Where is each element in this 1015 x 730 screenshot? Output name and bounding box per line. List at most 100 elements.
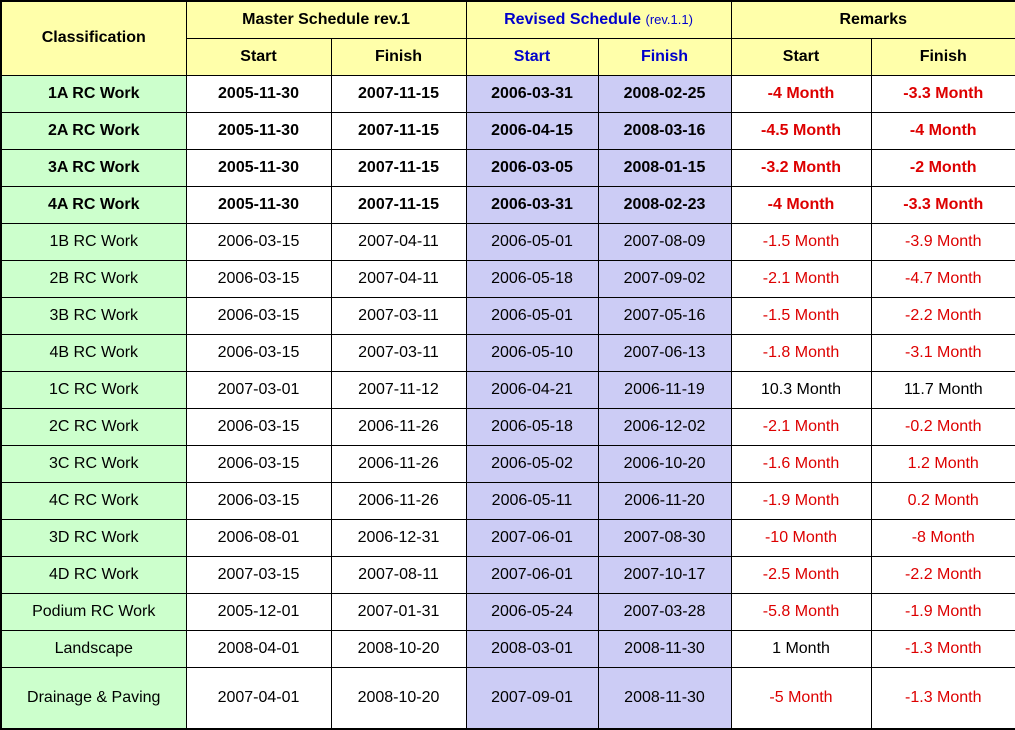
cell-remark-start: 10.3 Month <box>730 371 872 409</box>
table-row: 1B RC Work 2006-03-15 2007-04-11 2006-05-01… <box>0 223 1015 261</box>
cell-revised-finish: 2006-10-20 <box>597 445 732 483</box>
cell-remark-start: -4 Month <box>730 186 872 224</box>
cell-remark-finish: -3.9 Month <box>870 223 1015 261</box>
cell-revised-finish: 2008-02-23 <box>597 186 732 224</box>
table-row: 1C RC Work 2007-03-01 2007-11-12 2006-04-21… <box>0 371 1015 409</box>
cell-remark-finish: -0.2 Month <box>870 408 1015 446</box>
cell-revised-start: 2006-05-24 <box>465 593 599 631</box>
cell-remark-finish: -1.3 Month <box>870 630 1015 668</box>
cell-master-finish: 2007-11-15 <box>330 149 467 187</box>
cell-remark-finish: -1.3 Month <box>870 667 1015 730</box>
column-header-revised-finish: Finish <box>597 38 732 76</box>
cell-revised-finish: 2006-12-02 <box>597 408 732 446</box>
revised-schedule-title: Revised Schedule <box>504 10 642 28</box>
cell-master-finish: 2007-08-11 <box>330 556 467 594</box>
table-row: 2B RC Work 2006-03-15 2007-04-11 2006-05-18… <box>0 260 1015 298</box>
cell-remark-finish: 1.2 Month <box>870 445 1015 483</box>
cell-remark-finish: -1.9 Month <box>870 593 1015 631</box>
table-row: 4B RC Work 2006-03-15 2007-03-11 2006-05-10… <box>0 334 1015 372</box>
cell-master-start: 2007-04-01 <box>185 667 332 730</box>
cell-master-start: 2005-11-30 <box>185 186 332 224</box>
cell-classification: 4A RC Work <box>0 186 187 224</box>
cell-revised-finish: 2006-11-20 <box>597 482 732 520</box>
cell-remark-finish: -3.3 Month <box>870 75 1015 113</box>
column-header-revised-start: Start <box>465 38 599 76</box>
table-row: Podium RC Work 2005-12-01 2007-01-31 2006-0… <box>0 593 1015 631</box>
cell-master-start: 2006-08-01 <box>185 519 332 557</box>
cell-revised-start: 2006-04-15 <box>465 112 599 150</box>
cell-master-start: 2006-03-15 <box>185 223 332 261</box>
cell-revised-start: 2006-05-01 <box>465 297 599 335</box>
cell-master-start: 2005-11-30 <box>185 149 332 187</box>
column-header-master-start: Start <box>185 38 332 76</box>
table-row: Drainage & Paving 2007-04-01 2008-10-20 200… <box>0 667 1015 730</box>
cell-remark-finish: -3.3 Month <box>870 186 1015 224</box>
table-row: 3B RC Work 2006-03-15 2007-03-11 2006-05-01… <box>0 297 1015 335</box>
cell-remark-start: -5.8 Month <box>730 593 872 631</box>
cell-remark-start: -5 Month <box>730 667 872 730</box>
cell-revised-finish: 2007-10-17 <box>597 556 732 594</box>
cell-remark-start: -4 Month <box>730 75 872 113</box>
table-row: 3A RC Work 2005-11-30 2007-11-15 2006-03-05… <box>0 149 1015 187</box>
cell-revised-finish: 2007-03-28 <box>597 593 732 631</box>
cell-remark-finish: 0.2 Month <box>870 482 1015 520</box>
cell-remark-finish: -2 Month <box>870 149 1015 187</box>
cell-remark-start: -1.5 Month <box>730 223 872 261</box>
cell-master-finish: 2007-11-15 <box>330 75 467 113</box>
cell-master-finish: 2007-11-15 <box>330 186 467 224</box>
cell-classification: 1B RC Work <box>0 223 187 261</box>
cell-remark-start: -1.6 Month <box>730 445 872 483</box>
table-row: 2C RC Work 2006-03-15 2006-11-26 2006-05-18… <box>0 408 1015 446</box>
cell-master-start: 2005-11-30 <box>185 112 332 150</box>
cell-remark-finish: -2.2 Month <box>870 556 1015 594</box>
table-row: 4D RC Work 2007-03-15 2007-08-11 2007-06-01… <box>0 556 1015 594</box>
cell-remark-start: -4.5 Month <box>730 112 872 150</box>
cell-revised-finish: 2007-08-30 <box>597 519 732 557</box>
cell-master-start: 2005-11-30 <box>185 75 332 113</box>
cell-revised-start: 2006-05-02 <box>465 445 599 483</box>
cell-master-finish: 2008-10-20 <box>330 667 467 730</box>
cell-revised-start: 2006-05-10 <box>465 334 599 372</box>
cell-revised-start: 2006-04-21 <box>465 371 599 409</box>
cell-remark-start: -3.2 Month <box>730 149 872 187</box>
column-group-header-master-schedule: Master Schedule rev.1 <box>185 0 467 39</box>
cell-master-finish: 2007-11-12 <box>330 371 467 409</box>
cell-revised-start: 2006-03-31 <box>465 75 599 113</box>
cell-revised-finish: 2007-08-09 <box>597 223 732 261</box>
table-row: 3C RC Work 2006-03-15 2006-11-26 2006-05-02… <box>0 445 1015 483</box>
cell-revised-start: 2007-06-01 <box>465 556 599 594</box>
cell-classification: Drainage & Paving <box>0 667 187 730</box>
cell-classification: 3D RC Work <box>0 519 187 557</box>
cell-revised-finish: 2008-01-15 <box>597 149 732 187</box>
cell-remark-start: -1.5 Month <box>730 297 872 335</box>
table-row: Landscape 2008-04-01 2008-10-20 2008-03-01 2… <box>0 630 1015 668</box>
cell-revised-start: 2007-06-01 <box>465 519 599 557</box>
cell-revised-finish: 2007-05-16 <box>597 297 732 335</box>
table-row: 1A RC Work 2005-11-30 2007-11-15 2006-03-31… <box>0 75 1015 113</box>
column-header-remarks-finish: Finish <box>870 38 1015 76</box>
cell-master-finish: 2007-03-11 <box>330 334 467 372</box>
cell-remark-start: -2.1 Month <box>730 260 872 298</box>
cell-master-start: 2006-03-15 <box>185 482 332 520</box>
cell-revised-finish: 2008-11-30 <box>597 667 732 730</box>
cell-classification: 2B RC Work <box>0 260 187 298</box>
cell-classification: 3B RC Work <box>0 297 187 335</box>
cell-revised-start: 2006-03-05 <box>465 149 599 187</box>
cell-remark-start: -2.1 Month <box>730 408 872 446</box>
cell-master-start: 2007-03-01 <box>185 371 332 409</box>
revised-schedule-revision: (rev.1.1) <box>645 11 693 27</box>
cell-revised-finish: 2008-02-25 <box>597 75 732 113</box>
cell-revised-start: 2006-05-01 <box>465 223 599 261</box>
cell-remark-finish: 11.7 Month <box>870 371 1015 409</box>
cell-revised-start: 2006-05-18 <box>465 260 599 298</box>
cell-revised-finish: 2007-06-13 <box>597 334 732 372</box>
table-row: 3D RC Work 2006-08-01 2006-12-31 2007-06-01… <box>0 519 1015 557</box>
schedule-comparison-table: Classification Master Schedule rev.1 Rev… <box>0 0 1015 730</box>
cell-classification: Landscape <box>0 630 187 668</box>
table-body: 1A RC Work 2005-11-30 2007-11-15 2006-03-31… <box>0 75 1015 730</box>
table-row: 2A RC Work 2005-11-30 2007-11-15 2006-04-15… <box>0 112 1015 150</box>
cell-master-start: 2008-04-01 <box>185 630 332 668</box>
column-header-classification: Classification <box>0 0 187 76</box>
column-group-header-remarks: Remarks <box>730 0 1015 39</box>
table-row: 4C RC Work 2006-03-15 2006-11-26 2006-05-11… <box>0 482 1015 520</box>
